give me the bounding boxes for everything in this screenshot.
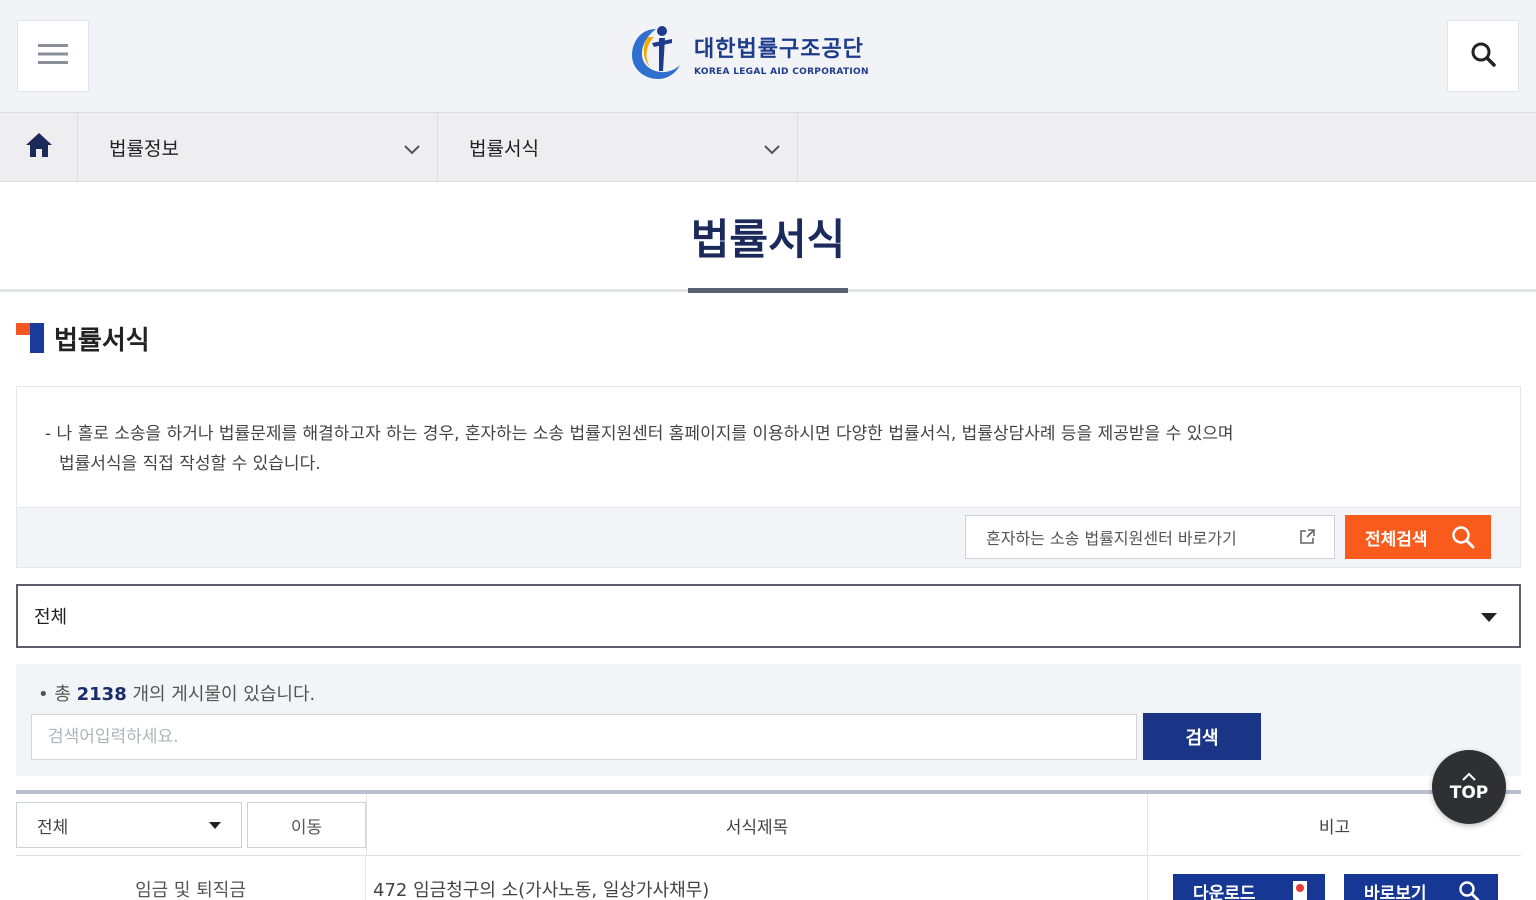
header-search-button[interactable]: [1447, 20, 1519, 92]
home-icon: [25, 132, 53, 162]
logo-english-name: KOREA LEGAL AID CORPORATION: [694, 67, 869, 77]
home-button[interactable]: [0, 113, 78, 181]
breadcrumb-dropdown-legal-forms[interactable]: 법률서식: [438, 113, 798, 181]
arrow-up-icon: [1462, 771, 1476, 783]
section-title: 법률서식: [54, 326, 150, 356]
all-search-button[interactable]: 전체검색: [1345, 515, 1491, 559]
breadcrumb-label: 법률서식: [469, 137, 539, 160]
download-button[interactable]: 다운로드: [1173, 874, 1325, 900]
file-icon: [1293, 881, 1307, 900]
logo-emblem-icon: [628, 23, 684, 85]
info-text-line: - 나 홀로 소송을 하거나 법률문제를 해결하고자 하는 경우, 혼자하는 소…: [45, 424, 1234, 444]
view-button[interactable]: 바로보기: [1344, 874, 1498, 900]
category-filter-value: 전체: [37, 817, 69, 838]
table-header-row: 전체 이동 서식제목 비고: [16, 794, 1521, 856]
post-count-prefix: • 총: [38, 684, 77, 705]
column-header-title: 서식제목: [366, 794, 1147, 856]
row-actions: 다운로드 바로보기: [1147, 856, 1521, 900]
caret-down-icon: [1481, 613, 1497, 622]
post-count-number: 2138: [76, 684, 127, 705]
category-select[interactable]: 전체: [16, 584, 1521, 648]
caret-down-icon: [209, 822, 221, 829]
row-title-link[interactable]: 472 임금청구의 소(가사노동, 일상가사채무): [373, 876, 709, 900]
move-button[interactable]: 이동: [247, 802, 366, 848]
top-label: TOP: [1449, 783, 1489, 803]
chevron-down-icon: [763, 139, 781, 161]
page-title: 법률서식: [690, 215, 846, 264]
info-box: - 나 홀로 소송을 하거나 법률문제를 해결하고자 하는 경우, 혼자하는 소…: [16, 386, 1521, 568]
menu-button[interactable]: [17, 20, 89, 92]
title-underline: [688, 288, 848, 293]
breadcrumb: 법률정보 법률서식: [0, 112, 1536, 182]
section-marker-icon: [16, 323, 46, 353]
logo-korean-name: 대한법률구조공단: [694, 37, 864, 62]
info-text-line: 법률서식을 직접 작성할 수 있습니다.: [59, 454, 321, 474]
breadcrumb-label: 법률정보: [109, 137, 179, 160]
menu-icon: [38, 42, 68, 70]
site-logo[interactable]: 대한법률구조공단 KOREA LEGAL AID CORPORATION: [628, 24, 869, 84]
chevron-down-icon: [403, 139, 421, 161]
view-label: 바로보기: [1364, 883, 1427, 900]
search-button[interactable]: 검색: [1143, 713, 1261, 760]
ext-link-label: 혼자하는 소송 법률지원센터 바로가기: [986, 529, 1237, 548]
category-filter-select[interactable]: 전체: [16, 802, 242, 848]
table-row: 임금 및 퇴직금 472 임금청구의 소(가사노동, 일상가사채무) 다운로드 …: [16, 856, 1521, 900]
search-panel: • 총 2138 개의 게시물이 있습니다. 검색: [16, 664, 1521, 776]
category-selected-value: 전체: [34, 607, 68, 628]
scroll-top-button[interactable]: TOP: [1432, 750, 1506, 824]
external-link-icon: [1298, 528, 1316, 550]
search-icon: [1451, 525, 1475, 554]
magnifier-icon: [1458, 880, 1480, 900]
post-count-suffix: 개의 게시물이 있습니다.: [126, 684, 316, 705]
info-action-bar: 혼자하는 소송 법률지원센터 바로가기 전체검색: [17, 507, 1520, 567]
self-litigation-center-link[interactable]: 혼자하는 소송 법률지원센터 바로가기: [965, 515, 1335, 559]
all-search-label: 전체검색: [1365, 529, 1428, 550]
post-count: • 총 2138 개의 게시물이 있습니다.: [38, 680, 315, 706]
row-category: 임금 및 퇴직금: [16, 856, 366, 900]
download-label: 다운로드: [1193, 883, 1256, 900]
breadcrumb-dropdown-legal-info[interactable]: 법률정보: [78, 113, 438, 181]
search-icon: [1470, 41, 1496, 71]
info-text: - 나 홀로 소송을 하거나 법률문제를 해결하고자 하는 경우, 혼자하는 소…: [45, 419, 1485, 479]
search-input[interactable]: [31, 714, 1137, 760]
site-header: 대한법률구조공단 KOREA LEGAL AID CORPORATION: [0, 0, 1536, 112]
